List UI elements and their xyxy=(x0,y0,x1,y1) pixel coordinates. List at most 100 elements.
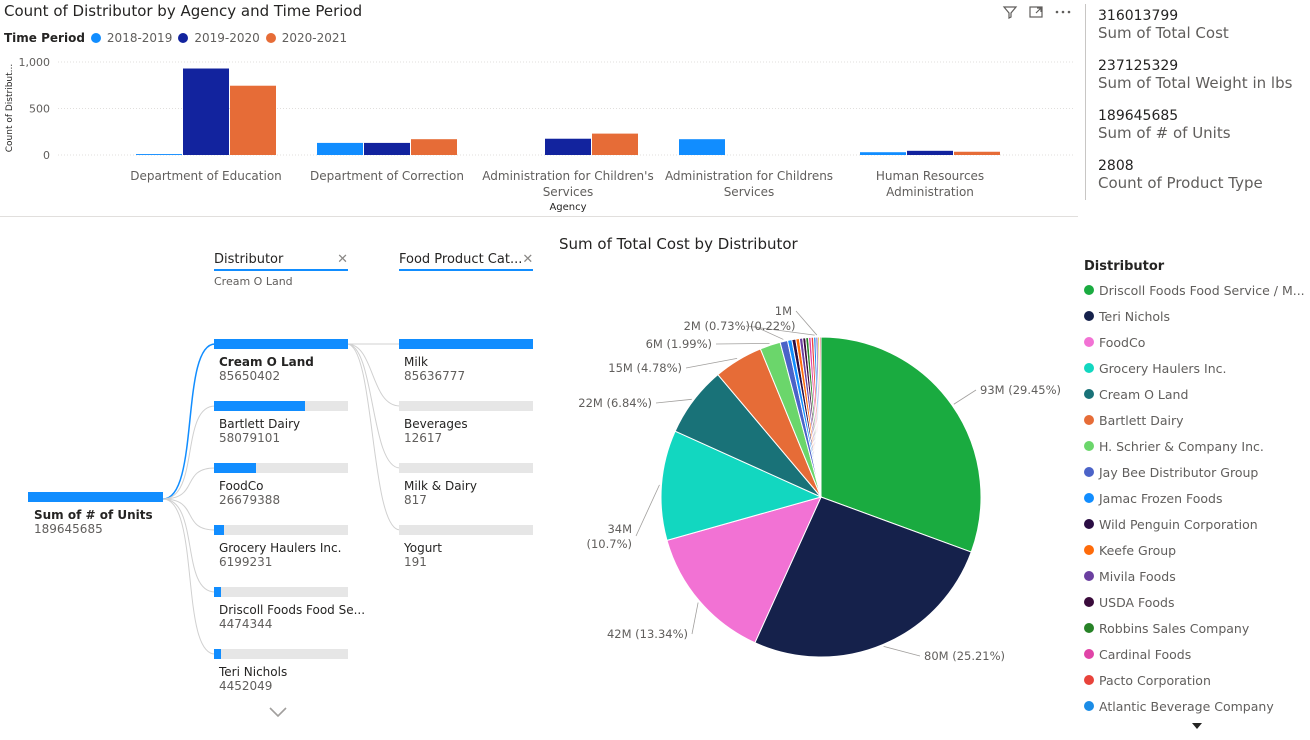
tree-node[interactable]: Cream O Land 85650402 xyxy=(214,339,348,383)
bar[interactable] xyxy=(679,139,725,155)
tree-node-label: Milk xyxy=(404,355,428,369)
pie-legend-item[interactable]: USDA Foods xyxy=(1084,589,1306,615)
close-icon[interactable]: ✕ xyxy=(337,252,348,267)
pie-legend-item[interactable]: Wild Penguin Corporation xyxy=(1084,511,1306,537)
pie-legend-item[interactable]: Keefe Group xyxy=(1084,537,1306,563)
tree-node-value: 85650402 xyxy=(219,369,281,383)
chevron-down-icon[interactable] xyxy=(268,705,288,719)
pie-legend-item[interactable]: H. Schrier & Company Inc. xyxy=(1084,433,1306,459)
bar[interactable] xyxy=(907,150,953,155)
legend-label-2018[interactable]: 2018-2019 xyxy=(107,31,172,45)
tree-node[interactable]: Beverages 12617 xyxy=(399,401,533,445)
more-options-icon[interactable] xyxy=(1054,4,1072,20)
bar[interactable] xyxy=(545,138,591,155)
tree-level1-header[interactable]: Distributor ✕ Cream O Land xyxy=(214,252,348,288)
focus-mode-icon[interactable] xyxy=(1028,4,1044,20)
pie-leader-line xyxy=(691,602,699,635)
legend-color-dot xyxy=(1084,285,1094,295)
bar[interactable] xyxy=(592,133,638,155)
tree-node[interactable]: Grocery Haulers Inc. 6199231 xyxy=(214,525,348,569)
pie-legend-item[interactable]: Driscoll Foods Food Service / M... xyxy=(1084,277,1306,303)
tree-bar-fill xyxy=(214,649,221,659)
pie-data-label: 2M (0.73%) xyxy=(684,319,750,333)
y-tick-label: 0 xyxy=(43,149,50,162)
legend-color-dot xyxy=(1084,389,1094,399)
pie-leader-line xyxy=(883,646,921,657)
pie-leader-line xyxy=(635,484,660,537)
tree-bar-track xyxy=(214,649,348,659)
pie-legend-item[interactable]: Atlantic Beverage Company xyxy=(1084,693,1306,719)
filter-icon[interactable] xyxy=(1002,4,1018,20)
pie-legend-item[interactable]: Cream O Land xyxy=(1084,381,1306,407)
pie-chart-title: Sum of Total Cost by Distributor xyxy=(559,235,798,253)
tree-node[interactable]: Bartlett Dairy 58079101 xyxy=(214,401,348,445)
y-axis-title: Count of Distribut... xyxy=(5,64,15,153)
tree-node[interactable]: Milk & Dairy 817 xyxy=(399,463,533,507)
pie-legend-item[interactable]: Robbins Sales Company xyxy=(1084,615,1306,641)
bar-legend: Time Period 2018-2019 2019-2020 2020-202… xyxy=(4,31,347,45)
tree-level2-header[interactable]: Food Product Cat... ✕ xyxy=(399,252,533,271)
tree-node[interactable]: Teri Nichols 4452049 xyxy=(214,649,348,693)
pie-legend-item[interactable]: Bartlett Dairy xyxy=(1084,407,1306,433)
x-tick-label: Administration for Childrens xyxy=(665,169,833,183)
legend-color-dot xyxy=(1084,597,1094,607)
pie-leader-line xyxy=(715,342,770,345)
pie-legend-item[interactable]: Pacto Corporation xyxy=(1084,667,1306,693)
tree-node-label: Teri Nichols xyxy=(219,665,288,679)
tree-node-value: 58079101 xyxy=(219,431,281,445)
tree-node-label: Yogurt xyxy=(404,541,442,555)
pie-data-label: 80M (25.21%) xyxy=(924,649,1005,663)
bar[interactable] xyxy=(364,142,410,155)
legend-color-dot xyxy=(1084,701,1094,711)
x-tick-label: Services xyxy=(724,185,775,199)
pie-legend-item[interactable]: Grocery Haulers Inc. xyxy=(1084,355,1306,381)
legend-color-dot xyxy=(1084,545,1094,555)
tree-root-node[interactable]: Sum of # of Units 189645685 xyxy=(28,492,163,536)
tree-node[interactable]: Milk 85636777 xyxy=(399,339,533,383)
legend-item-label: Jay Bee Distributor Group xyxy=(1099,464,1259,480)
card-value: 316013799 xyxy=(1098,8,1179,24)
tree-root-label: Sum of # of Units xyxy=(34,508,153,522)
tree-node[interactable]: Yogurt 191 xyxy=(399,525,533,569)
tree-bar-track xyxy=(399,401,533,411)
legend-color-dot xyxy=(1084,337,1094,347)
tree-node-value: 4474344 xyxy=(219,617,273,631)
pie-legend-item[interactable]: FoodCo xyxy=(1084,329,1306,355)
tree-node-label: Cream O Land xyxy=(219,355,314,369)
pie-legend-item[interactable]: Teri Nichols xyxy=(1084,303,1306,329)
tree-node[interactable]: Driscoll Foods Food Se... 4474344 xyxy=(214,587,365,631)
tree-bar-track xyxy=(214,525,348,535)
bar[interactable] xyxy=(954,151,1000,155)
bar[interactable] xyxy=(136,154,182,155)
bar[interactable] xyxy=(411,139,457,155)
tree-bar-fill xyxy=(214,339,348,349)
legend-color-dot xyxy=(1084,493,1094,503)
bar[interactable] xyxy=(860,152,906,155)
close-icon[interactable]: ✕ xyxy=(522,252,533,267)
legend-label-2020[interactable]: 2020-2021 xyxy=(282,31,347,45)
legend-color-dot xyxy=(1084,519,1094,529)
bar[interactable] xyxy=(230,85,276,155)
legend-color-dot xyxy=(1084,623,1094,633)
legend-item-label: Cream O Land xyxy=(1099,386,1189,402)
tree-bar-fill xyxy=(214,587,221,597)
caret-down-icon[interactable] xyxy=(1191,722,1203,730)
bar[interactable] xyxy=(183,68,229,155)
x-tick-label: Department of Education xyxy=(130,169,282,183)
card-product-type: 2808 Count of Product Type xyxy=(1098,158,1263,192)
x-tick-label: Human Resources xyxy=(876,169,984,183)
tree-node[interactable]: FoodCo 26679388 xyxy=(214,463,348,507)
pie-legend-item[interactable]: Jamac Frozen Foods xyxy=(1084,485,1306,511)
pie-data-label: (0.22%) xyxy=(750,319,796,333)
bar[interactable] xyxy=(317,142,363,155)
tree-bar-track xyxy=(214,587,348,597)
card-label: Sum of Total Cost xyxy=(1098,24,1229,42)
pie-data-label: 15M (4.78%) xyxy=(608,361,682,375)
legend-item-label: Wild Penguin Corporation xyxy=(1099,516,1258,532)
pie-legend-item[interactable]: Cardinal Foods xyxy=(1084,641,1306,667)
legend-item-label: Mivila Foods xyxy=(1099,568,1176,584)
pie-legend-item[interactable]: Mivila Foods xyxy=(1084,563,1306,589)
pie-legend-item[interactable]: Jay Bee Distributor Group xyxy=(1084,459,1306,485)
tree-node-value: 85636777 xyxy=(404,369,466,383)
legend-label-2019[interactable]: 2019-2020 xyxy=(194,31,259,45)
